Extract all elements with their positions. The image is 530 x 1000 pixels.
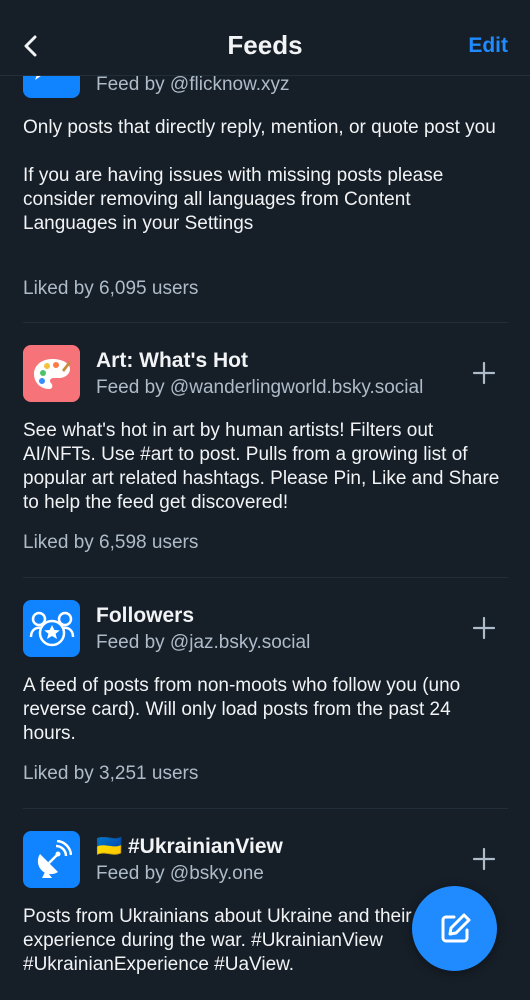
- plus-icon: [472, 361, 496, 385]
- feed-card-followers[interactable]: Followers Feed by @jaz.bsky.social A fee…: [0, 578, 530, 808]
- edit-button[interactable]: Edit: [468, 34, 508, 58]
- satellite-dish-icon: [37, 839, 72, 878]
- feed-card-art-whats-hot[interactable]: Art: What's Hot Feed by @wanderlingworld…: [0, 323, 530, 577]
- feed-author: Feed by @flicknow.xyz: [96, 74, 290, 95]
- feed-name: Followers: [96, 604, 195, 627]
- top-bar: Feeds Edit: [0, 0, 530, 76]
- feed-description: See what's hot in art by human artists! …: [23, 420, 500, 513]
- plus-icon: [472, 616, 496, 640]
- feed-description: A feed of posts from non-moots who follo…: [23, 675, 461, 744]
- add-feed-button[interactable]: [468, 357, 500, 389]
- feed-name: 🇺🇦 #UkrainianView: [96, 835, 283, 858]
- feed-name: Art: What's Hot: [96, 349, 248, 372]
- feed-likes[interactable]: Liked by 6,095 users: [23, 278, 198, 300]
- feed-author: Feed by @bsky.one: [96, 863, 264, 884]
- feed-likes[interactable]: Liked by 6,598 users: [23, 532, 198, 554]
- feed-avatar: [23, 600, 80, 657]
- page-title: Feeds: [227, 30, 303, 60]
- palette-icon: [33, 358, 71, 389]
- compose-post-button[interactable]: [412, 886, 497, 971]
- feed-author: Feed by @wanderlingworld.bsky.social: [96, 377, 424, 398]
- feed-avatar: [23, 831, 80, 888]
- add-feed-button[interactable]: [468, 612, 500, 644]
- add-feed-button[interactable]: [468, 843, 500, 875]
- feeds-screen: Feed by @flicknow.xyz Only posts that di…: [0, 0, 530, 1000]
- feed-likes[interactable]: Liked by 3,251 users: [23, 763, 198, 785]
- feed-author: Feed by @jaz.bsky.social: [96, 632, 311, 653]
- compose-icon: [441, 913, 470, 942]
- followers-icon: [29, 611, 74, 646]
- feed-avatar: [23, 345, 80, 402]
- plus-icon: [472, 847, 496, 871]
- feed-description: Only posts that directly reply, mention,…: [23, 117, 496, 234]
